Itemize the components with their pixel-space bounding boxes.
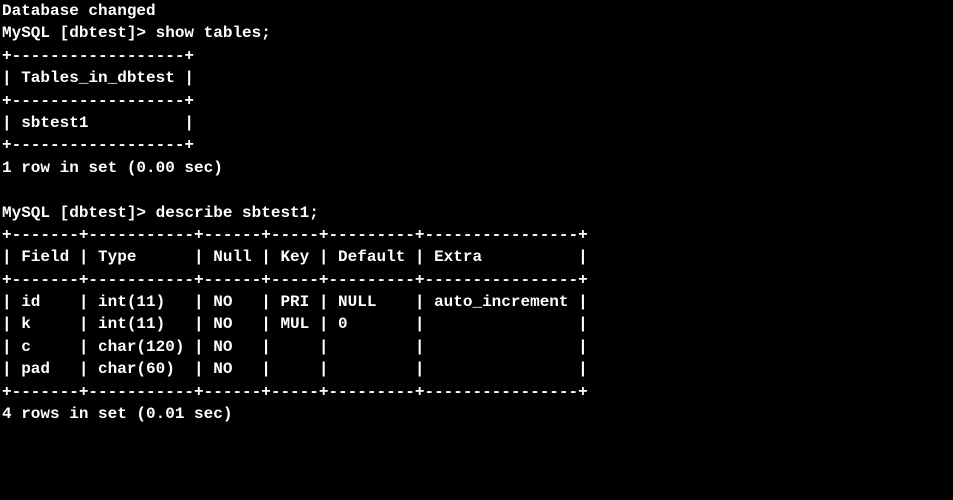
- status-line: Database changed: [2, 2, 156, 20]
- result-summary: 4 rows in set (0.01 sec): [2, 405, 232, 423]
- table-border: +------------------+: [2, 92, 194, 110]
- table-border: +------------------+: [2, 47, 194, 65]
- table-header-tables-in-dbtest: | Tables_in_dbtest |: [2, 69, 194, 87]
- command-describe: describe sbtest1;: [156, 204, 319, 222]
- table-row: | c | char(120) | NO | | | |: [2, 338, 588, 356]
- result-summary: 1 row in set (0.00 sec): [2, 159, 223, 177]
- command-show-tables: show tables;: [156, 24, 271, 42]
- table-border: +-------+-----------+------+-----+------…: [2, 383, 588, 401]
- table-border: +------------------+: [2, 136, 194, 154]
- table-row: | sbtest1 |: [2, 114, 194, 132]
- blank-line: [2, 181, 12, 199]
- terminal-output[interactable]: Database changed MySQL [dbtest]> show ta…: [0, 0, 953, 425]
- mysql-prompt: MySQL [dbtest]>: [2, 24, 156, 42]
- table-row: | k | int(11) | NO | MUL | 0 | |: [2, 315, 588, 333]
- table-row: | pad | char(60) | NO | | | |: [2, 360, 588, 378]
- table-row: | id | int(11) | NO | PRI | NULL | auto_…: [2, 293, 588, 311]
- table-header-describe: | Field | Type | Null | Key | Default | …: [2, 248, 588, 266]
- table-border: +-------+-----------+------+-----+------…: [2, 271, 588, 289]
- table-border: +-------+-----------+------+-----+------…: [2, 226, 588, 244]
- mysql-prompt: MySQL [dbtest]>: [2, 204, 156, 222]
